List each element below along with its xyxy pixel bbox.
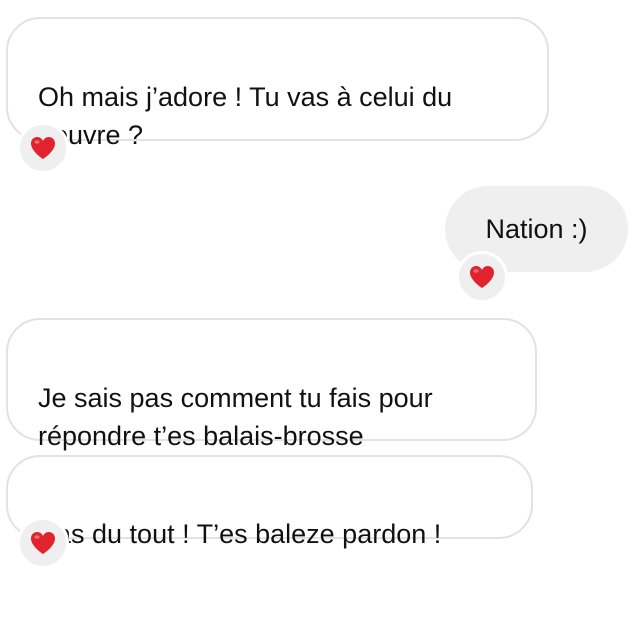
heart-icon [31, 532, 55, 554]
message-text: Nation :) [485, 214, 588, 244]
heart-icon [31, 137, 55, 159]
message-bubble-received[interactable]: Je sais pas comment tu fais pour répondr… [6, 318, 537, 451]
heart-icon [470, 266, 494, 288]
message-bubble-received[interactable]: Oh mais j’adore ! Tu vas à celui du Louv… [6, 17, 549, 150]
message-text: Je sais pas comment tu fais pour répondr… [38, 383, 433, 451]
reaction-badge[interactable] [456, 251, 508, 303]
message-text: Pas du tout ! T’es baleze pardon ! [38, 519, 442, 549]
reaction-badge[interactable] [17, 122, 69, 174]
reaction-badge[interactable] [17, 517, 69, 569]
message-bubble-received[interactable]: Pas du tout ! T’es baleze pardon ! [6, 455, 533, 549]
message-text: Oh mais j’adore ! Tu vas à celui du Louv… [38, 82, 453, 150]
